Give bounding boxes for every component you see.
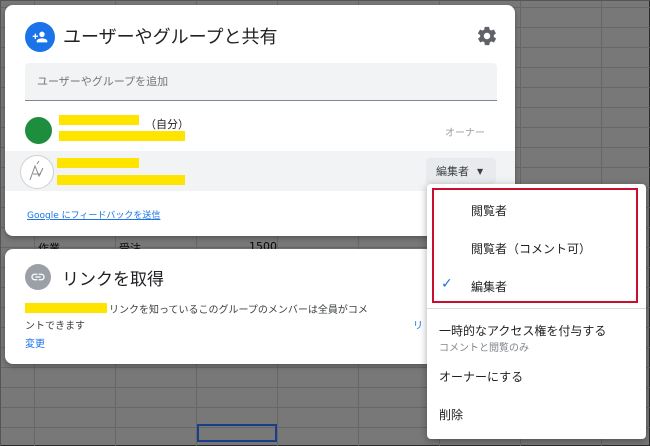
redacted-name: [57, 158, 139, 168]
menu-item-subtext: コメントと閲覧のみ: [439, 343, 529, 354]
feedback-link[interactable]: Google にフィードバックを送信: [27, 208, 160, 221]
selected-cell[interactable]: [197, 424, 277, 442]
self-label: （自分）: [145, 118, 189, 131]
avatar: [20, 155, 54, 189]
redacted-email: [57, 175, 185, 185]
person-row-owner: （自分） オーナー: [5, 112, 515, 152]
redacted-email: [59, 131, 185, 141]
gear-icon[interactable]: [476, 25, 498, 47]
owner-label: オーナー: [445, 128, 485, 139]
menu-item-label: 一時的なアクセス権を付与する: [439, 324, 607, 338]
role-button-label: 編集者: [436, 165, 469, 178]
get-link-dialog: リンクを取得 リンクを知っているこのグループのメンバーは全員がコメ ントできます…: [5, 249, 430, 364]
redacted-name: [59, 115, 139, 125]
role-menu: 閲覧者 閲覧者（コメント可） ✓ 編集者 一時的なアクセス権を付与する コメント…: [427, 184, 646, 439]
link-description: リンクを知っているこのグループのメンバーは全員がコメ: [109, 305, 368, 316]
link-icon: [25, 264, 51, 290]
get-link-title: リンクを取得: [62, 270, 164, 290]
menu-item-label: 削除: [439, 408, 464, 422]
menu-divider: [427, 308, 646, 309]
add-people-input[interactable]: [25, 63, 497, 101]
role-dropdown-button[interactable]: 編集者 ▼: [426, 158, 496, 184]
change-link-button[interactable]: 変更: [25, 335, 45, 350]
add-person-icon: [25, 22, 55, 52]
redacted-group-name: [25, 303, 107, 313]
copy-link-button[interactable]: リ: [413, 317, 423, 332]
share-dialog-title: ユーザーやグループと共有: [63, 27, 278, 48]
highlight-box: [432, 188, 638, 303]
avatar: [25, 117, 52, 144]
menu-item-label: オーナーにする: [439, 370, 524, 384]
caret-down-icon: ▼: [477, 166, 484, 176]
link-description-continued: ントできます: [25, 321, 85, 332]
